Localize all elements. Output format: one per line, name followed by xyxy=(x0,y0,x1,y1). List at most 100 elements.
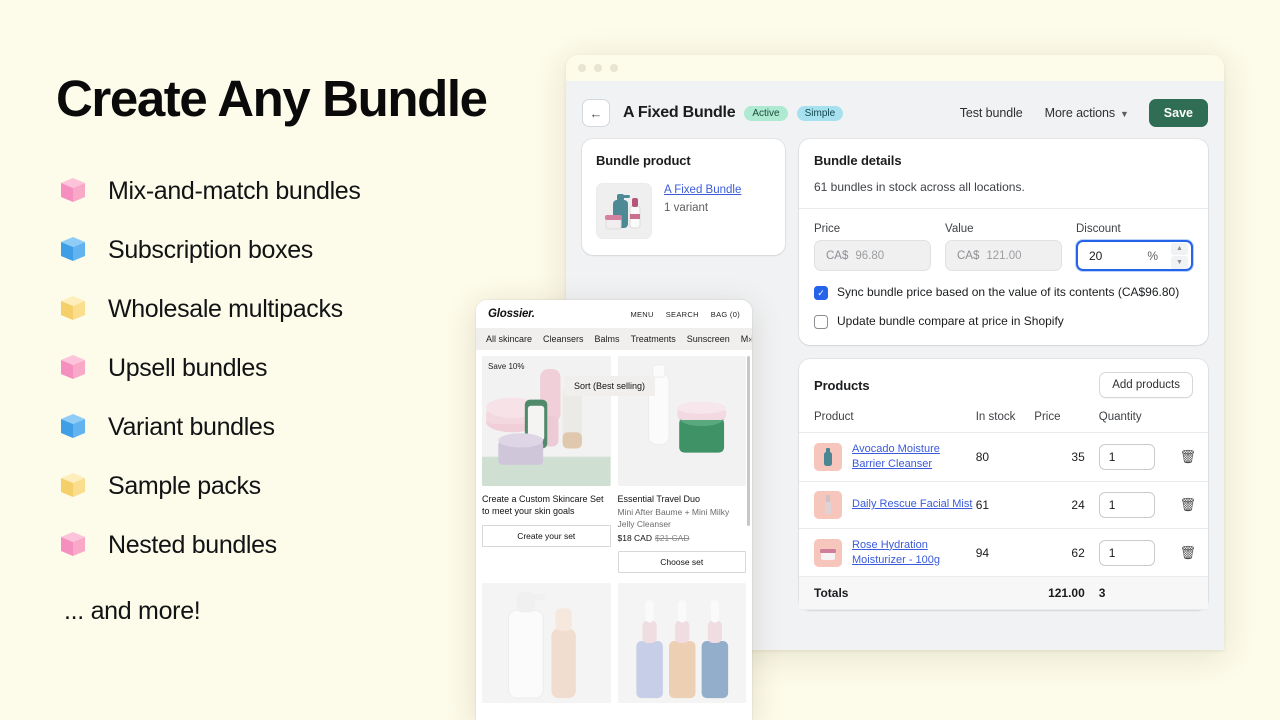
sync-price-checkbox-row[interactable]: ✓ Sync bundle price based on the value o… xyxy=(814,285,1193,300)
more-actions-label: More actions xyxy=(1044,106,1115,120)
quantity-input[interactable]: 1 xyxy=(1098,491,1155,518)
more-actions-button[interactable]: More actions ▼ xyxy=(1045,106,1129,120)
update-compare-checkbox-row[interactable]: Update bundle compare at price in Shopif… xyxy=(814,314,1193,329)
category-treatments[interactable]: Treatments xyxy=(631,334,676,344)
stepper-up-icon[interactable]: ▲ xyxy=(1171,242,1188,255)
sync-price-checkbox[interactable]: ✓ xyxy=(814,286,828,300)
create-your-set-button[interactable]: Create your set xyxy=(482,525,611,548)
save-button[interactable]: Save xyxy=(1148,99,1208,127)
save-badge: Save 10% xyxy=(488,362,525,371)
table-row: Rose Hydration Moisturizer - 100g 94 62 … xyxy=(799,528,1208,578)
list-item: Sample packs xyxy=(56,457,526,516)
feature-label: Wholesale multipacks xyxy=(108,294,343,323)
bundle-details-body: Price CA$ 96.80 Value CA$ 121.00 Discoun… xyxy=(799,209,1208,345)
column-header-actions xyxy=(1167,407,1208,433)
chevron-down-icon: ▼ xyxy=(1119,109,1129,119)
quantity-cell: 1 xyxy=(1084,481,1168,529)
price-input[interactable]: CA$ 96.80 xyxy=(814,240,931,271)
product-link[interactable]: Rose Hydration Moisturizer - 100g xyxy=(852,538,976,568)
price-currency: CA$ xyxy=(826,249,849,262)
category-all-skincare[interactable]: All skincare xyxy=(486,334,532,344)
product-cell: Avocado Moisture Barrier Cleanser xyxy=(799,432,976,482)
choose-set-button[interactable]: Choose set xyxy=(617,551,746,574)
bundle-product-link[interactable]: A Fixed Bundle xyxy=(664,183,741,198)
page-root: Create Any Bundle Mix-and-match bundles … xyxy=(0,0,1280,720)
product-link[interactable]: Avocado Moisture Barrier Cleanser xyxy=(852,442,976,472)
storefront-header: Glossier. MENU SEARCH BAG (0) xyxy=(476,300,752,328)
product-tile-image xyxy=(617,583,746,704)
arrow-left-icon: ← xyxy=(589,105,603,121)
serum-trio-illustration xyxy=(617,583,746,704)
in-stock-value: 61 xyxy=(975,481,1035,529)
back-button[interactable]: ← xyxy=(582,99,610,127)
trash-icon[interactable]: 🗑 xyxy=(1180,497,1197,512)
bundle-details-title: Bundle details xyxy=(814,153,902,168)
cleanser-duo-illustration xyxy=(482,583,611,704)
quantity-input[interactable]: 1 xyxy=(1098,443,1155,470)
totals-actions-empty xyxy=(1167,576,1208,611)
storefront-preview-window: Glossier. MENU SEARCH BAG (0) All skinca… xyxy=(476,300,752,720)
page-title: Create Any Bundle xyxy=(56,70,488,127)
discount-label: Discount xyxy=(1076,223,1121,235)
feature-label: Upsell bundles xyxy=(108,353,268,382)
feature-label: Sample packs xyxy=(108,471,261,500)
list-item: Mix-and-match bundles xyxy=(56,162,526,221)
window-close-dot[interactable] xyxy=(578,64,586,72)
product-tile-image xyxy=(482,583,611,704)
table-row: Avocado Moisture Barrier Cleanser 80 35 … xyxy=(799,432,1208,482)
price-label: Price xyxy=(814,223,841,235)
window-minimize-dot[interactable] xyxy=(594,64,602,72)
product-link[interactable]: Daily Rescue Facial Mist xyxy=(852,497,972,512)
value-input[interactable]: CA$ 121.00 xyxy=(945,240,1062,271)
totals-label: Totals xyxy=(799,576,976,611)
column-header-price: Price xyxy=(1034,407,1085,433)
delete-cell: 🗑 xyxy=(1167,481,1208,529)
bundle-product-thumbnail-icon xyxy=(596,183,652,239)
category-sunscreen[interactable]: Sunscreen xyxy=(687,334,730,344)
storefront-logo: Glossier. xyxy=(488,308,535,320)
window-chrome xyxy=(566,55,1224,81)
marketing-panel: Create Any Bundle Mix-and-match bundles … xyxy=(56,72,526,626)
quantity-input[interactable]: 1 xyxy=(1098,539,1155,566)
stepper-down-icon[interactable]: ▼ xyxy=(1171,256,1188,269)
add-products-button[interactable]: Add products xyxy=(1099,372,1193,398)
menu-button[interactable]: MENU xyxy=(630,310,653,319)
discount-unit: % xyxy=(1147,248,1158,263)
product-tile xyxy=(617,583,746,704)
cube-icon-pink xyxy=(56,351,90,385)
discount-input[interactable]: 20 % ▲ ▼ xyxy=(1076,240,1193,271)
window-maximize-dot[interactable] xyxy=(610,64,618,72)
discount-field-group: Discount 20 % ▲ ▼ xyxy=(1076,223,1193,271)
delete-cell: 🗑 xyxy=(1167,528,1208,578)
category-balms[interactable]: Balms xyxy=(595,334,620,344)
update-compare-checkbox[interactable] xyxy=(814,315,828,329)
status-badge-simple: Simple xyxy=(796,105,844,121)
mist-bottle-thumbnail-icon xyxy=(814,490,842,519)
product-cell-inner: Rose Hydration Moisturizer - 100g xyxy=(814,538,976,568)
trash-icon[interactable]: 🗑 xyxy=(1180,545,1197,560)
value-label: Value xyxy=(945,223,974,235)
bundle-title: A Fixed Bundle xyxy=(623,104,736,121)
moisturizer-jar-thumbnail-icon xyxy=(814,538,842,567)
trash-icon[interactable]: 🗑 xyxy=(1180,449,1197,464)
left-column: Bundle product A Fixed Bundle 1 variant xyxy=(582,139,785,269)
bundle-product-row: A Fixed Bundle 1 variant xyxy=(596,183,771,239)
cube-icon-yellow xyxy=(56,469,90,503)
totals-stock-empty xyxy=(975,576,1035,611)
value-field-group: Value CA$ 121.00 xyxy=(945,223,1062,271)
cube-icon-blue xyxy=(56,233,90,267)
test-bundle-button[interactable]: Test bundle xyxy=(960,106,1023,120)
category-overflow-icon[interactable]: M›ist xyxy=(741,334,752,344)
cleanser-bottle-thumbnail-icon xyxy=(814,442,842,471)
bag-button[interactable]: BAG (0) xyxy=(711,310,740,319)
category-cleansers[interactable]: Cleansers xyxy=(543,334,584,344)
bundle-details-card: Bundle details 61 bundles in stock acros… xyxy=(799,139,1208,345)
search-button[interactable]: SEARCH xyxy=(666,310,699,319)
delete-cell: 🗑 xyxy=(1167,432,1208,482)
product-tile-price: $18 CAD $21 CAD xyxy=(618,533,747,543)
storefront-scrollbar[interactable] xyxy=(747,356,750,526)
product-tile xyxy=(482,583,611,704)
product-cell-inner: Daily Rescue Facial Mist xyxy=(814,490,976,519)
sort-dropdown[interactable]: Sort (Best selling) xyxy=(564,376,656,396)
totals-price: 121.00 xyxy=(1034,576,1085,611)
